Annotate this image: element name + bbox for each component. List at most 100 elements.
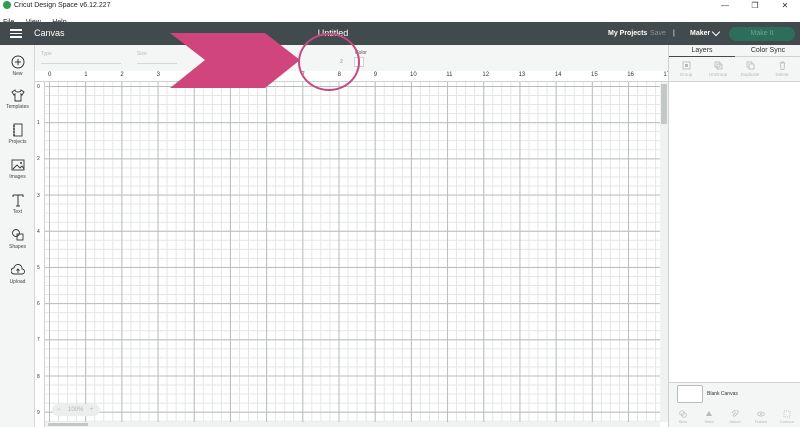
weld-label: Weld bbox=[704, 419, 714, 424]
zoom-out-button[interactable]: − bbox=[57, 404, 61, 416]
ruler-number: 3 bbox=[37, 192, 40, 199]
vertical-scroll-thumb[interactable] bbox=[661, 84, 667, 124]
slice-icon bbox=[679, 410, 687, 418]
save-button[interactable]: Save bbox=[650, 22, 666, 45]
tab-layers[interactable]: Layers bbox=[669, 45, 735, 57]
bottom-layer-actions: Slice Weld Attach Flatten Contour bbox=[669, 408, 800, 427]
upload-button[interactable]: Upload bbox=[0, 263, 35, 297]
plus-circle-icon bbox=[11, 55, 24, 69]
chevron-down-icon[interactable] bbox=[711, 27, 721, 37]
attach-label: Attach bbox=[729, 419, 741, 424]
ruler-number: 13 bbox=[518, 72, 526, 78]
layer-list bbox=[669, 82, 800, 382]
highlight-circle-annotation bbox=[298, 33, 360, 91]
make-it-button[interactable]: Make It bbox=[729, 27, 795, 41]
templates-label: Templates bbox=[6, 104, 29, 110]
attach-button[interactable]: Attach bbox=[723, 408, 747, 427]
type-label: Type bbox=[41, 51, 52, 57]
ruler-number: 10 bbox=[410, 72, 417, 78]
images-button[interactable]: Images bbox=[0, 158, 35, 192]
ruler-number: 15 bbox=[591, 72, 598, 78]
ruler-number: 7 bbox=[37, 337, 40, 344]
panel-tabs: Layers Color Sync bbox=[669, 45, 800, 57]
window-title: Cricut Design Space v6.12.227 bbox=[14, 2, 111, 9]
ungroup-icon bbox=[714, 61, 722, 70]
flatten-icon bbox=[757, 411, 765, 417]
text-button[interactable]: Text bbox=[0, 193, 35, 227]
shapes-label: Shapes bbox=[9, 244, 26, 250]
tab-color-sync[interactable]: Color Sync bbox=[735, 45, 800, 57]
close-window-button[interactable]: ✕ bbox=[770, 0, 800, 11]
new-label: New bbox=[12, 71, 23, 77]
design-canvas-grid[interactable] bbox=[45, 82, 660, 422]
vertical-scrollbar[interactable] bbox=[660, 82, 668, 422]
ungroup-label: UnGroup bbox=[708, 72, 728, 77]
contour-label: Contour bbox=[779, 419, 795, 424]
ruler-number: 2 bbox=[120, 72, 124, 78]
slice-label: Slice bbox=[678, 419, 688, 424]
trash-icon bbox=[779, 61, 785, 70]
upload-label: Upload bbox=[9, 279, 26, 285]
blank-canvas-row[interactable]: Blank Canvas bbox=[669, 382, 800, 408]
ruler-number: 16 bbox=[627, 72, 634, 78]
flatten-button[interactable]: Flatten bbox=[749, 408, 773, 427]
ruler-number: 0 bbox=[37, 84, 40, 90]
horizontal-scroll-thumb[interactable] bbox=[48, 423, 88, 426]
slice-button[interactable]: Slice bbox=[671, 408, 695, 427]
maximize-button[interactable]: ❐ bbox=[740, 0, 770, 11]
ruler-number: 9 bbox=[373, 72, 378, 78]
ruler-number: 5 bbox=[37, 265, 40, 271]
app-header: Canvas Untitled My Projects Save | Maker… bbox=[0, 22, 800, 45]
text-label: Text bbox=[12, 209, 23, 215]
layer-actions: Group UnGroup Duplicate Delete bbox=[669, 57, 800, 82]
text-icon bbox=[12, 194, 23, 207]
ruler-number: 12 bbox=[482, 72, 490, 78]
machine-select[interactable]: Maker bbox=[690, 22, 710, 45]
upload-cloud-icon bbox=[10, 264, 25, 275]
duplicate-label: Duplicate bbox=[740, 72, 760, 77]
size-label: Size bbox=[137, 51, 147, 57]
menu-bar: File View Help bbox=[0, 11, 800, 26]
duplicate-button[interactable]: Duplicate bbox=[735, 59, 765, 81]
templates-button[interactable]: Templates bbox=[0, 88, 35, 122]
ruler-number: 3 bbox=[156, 72, 160, 78]
delete-label: Delete bbox=[775, 72, 789, 77]
paperclip-icon bbox=[731, 410, 739, 417]
weld-icon bbox=[706, 411, 712, 416]
projects-label: Projects bbox=[8, 139, 27, 145]
projects-button[interactable]: Projects bbox=[0, 123, 35, 157]
my-projects-button[interactable]: My Projects bbox=[608, 22, 647, 45]
weld-button[interactable]: Weld bbox=[697, 408, 721, 427]
delete-button[interactable]: Delete bbox=[767, 59, 797, 81]
ruler-number: 1 bbox=[37, 120, 40, 127]
vertical-ruler: 0 1 2 3 4 5 6 7 8 9 bbox=[35, 82, 45, 427]
ruler-number: 14 bbox=[554, 72, 562, 78]
horizontal-scrollbar[interactable] bbox=[45, 422, 660, 427]
shapes-button[interactable]: Shapes bbox=[0, 228, 35, 262]
type-select[interactable] bbox=[41, 63, 121, 64]
blank-canvas-label: Blank Canvas bbox=[707, 391, 738, 397]
shirt-icon bbox=[10, 89, 25, 102]
new-button[interactable]: New bbox=[0, 55, 35, 89]
ruler-number: 4 bbox=[37, 228, 40, 235]
ruler-number: 2 bbox=[37, 156, 40, 163]
ruler-number: 8 bbox=[37, 373, 40, 380]
minimize-button[interactable]: — bbox=[710, 0, 740, 11]
zoom-in-button[interactable]: + bbox=[90, 404, 94, 416]
pink-arrow-annotation bbox=[170, 33, 300, 88]
duplicate-icon bbox=[746, 61, 754, 70]
contour-button[interactable]: Contour bbox=[775, 408, 799, 427]
contour-icon bbox=[783, 410, 791, 418]
ruler-number: 9 bbox=[37, 409, 40, 416]
zoom-control: − 100% + bbox=[52, 404, 100, 416]
ruler-number: 0 bbox=[48, 72, 52, 78]
image-icon bbox=[11, 159, 24, 171]
header-separator: | bbox=[673, 30, 675, 37]
group-button[interactable]: Group bbox=[671, 59, 701, 81]
ruler-number: 6 bbox=[37, 301, 40, 308]
zoom-value: 100% bbox=[68, 407, 84, 413]
shapes-icon bbox=[11, 229, 23, 241]
blank-canvas-swatch[interactable] bbox=[677, 385, 703, 403]
cricut-app-icon bbox=[3, 1, 11, 9]
ungroup-button[interactable]: UnGroup bbox=[703, 59, 733, 81]
